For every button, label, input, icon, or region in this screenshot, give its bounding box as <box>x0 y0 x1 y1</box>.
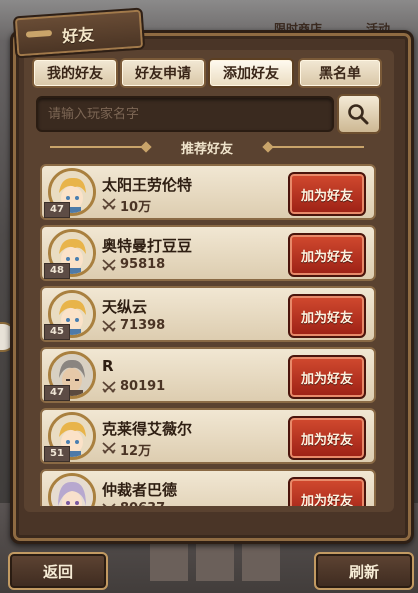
diamond-icon <box>140 141 152 153</box>
level-badge: 51 <box>44 446 70 462</box>
section-header: 推荐好友 <box>36 138 378 157</box>
search-button[interactable] <box>337 94 381 134</box>
list-item: 45 天纵云 71398 加为好友 <box>40 286 376 342</box>
power-value: 95818 <box>120 257 166 272</box>
add-friend-button[interactable]: 加为好友 <box>288 294 366 338</box>
power-value: 80191 <box>120 379 166 394</box>
add-friend-label: 加为好友 <box>300 493 353 507</box>
tab-label: 黑名单 <box>319 66 361 82</box>
magnifier-icon <box>348 104 369 125</box>
crossed-swords-icon <box>102 503 116 506</box>
player-name: 克莱得艾薇尔 <box>102 420 193 438</box>
player-name: R <box>102 357 114 375</box>
add-friend-button[interactable]: 加为好友 <box>288 416 366 460</box>
level-badge: 45 <box>44 324 70 340</box>
section-title: 推荐好友 <box>180 142 233 157</box>
divider <box>50 146 146 148</box>
avatar[interactable] <box>48 473 96 506</box>
page-title: 好友 <box>61 24 95 47</box>
add-friend-button[interactable]: 加为好友 <box>288 172 366 216</box>
add-friend-label: 加为好友 <box>300 371 353 387</box>
add-friend-label: 加为好友 <box>300 432 353 448</box>
title-ornament-icon <box>25 29 53 38</box>
power-value: 10万 <box>120 200 152 215</box>
add-friend-button[interactable]: 加为好友 <box>288 233 366 277</box>
power-value: 71398 <box>120 318 166 333</box>
divider <box>268 146 364 148</box>
player-name: 仲裁者巴德 <box>102 481 178 499</box>
crossed-swords-icon <box>102 381 116 393</box>
tab-friend-requests[interactable]: 好友申请 <box>120 58 206 88</box>
back-button[interactable]: 返回 <box>8 552 108 590</box>
list-item: 47 R 80191 加为好友 <box>40 347 376 403</box>
player-name-input[interactable] <box>38 98 332 130</box>
tab-label: 我的好友 <box>47 66 103 82</box>
back-label: 返回 <box>42 562 73 581</box>
tab-add-friend[interactable]: 添加好友 <box>208 58 294 88</box>
level-badge: 48 <box>44 263 70 279</box>
crossed-swords-icon <box>102 442 116 454</box>
list-item: 48 奥特曼打豆豆 95818 加为好友 <box>40 225 376 281</box>
tab-label: 添加好友 <box>223 66 279 82</box>
tab-my-friends[interactable]: 我的好友 <box>32 58 118 88</box>
tab-blacklist[interactable]: 黑名单 <box>298 58 382 88</box>
player-name: 奥特曼打豆豆 <box>102 237 193 255</box>
refresh-label: 刷新 <box>348 562 379 581</box>
refresh-button[interactable]: 刷新 <box>314 552 414 590</box>
search-box <box>36 96 334 132</box>
player-name: 太阳王劳伦特 <box>102 176 193 194</box>
list-item: 51 克莱得艾薇尔 12万 加为好友 <box>40 408 376 464</box>
recommended-list[interactable]: 47 太阳王劳伦特 10万 加为好友 48 奥特曼打豆豆 95818 加为好友 <box>36 162 378 506</box>
level-badge: 47 <box>44 202 70 218</box>
power-value: 80637 <box>120 501 165 506</box>
add-friend-label: 加为好友 <box>300 249 353 265</box>
add-friend-button[interactable]: 加为好友 <box>288 355 366 399</box>
add-friend-button[interactable]: 加为好友 <box>288 477 366 506</box>
level-badge: 47 <box>44 385 70 401</box>
crossed-swords-icon <box>102 320 116 332</box>
crossed-swords-icon <box>102 198 116 210</box>
power-value: 12万 <box>120 444 152 459</box>
lilac-girl-avatar-icon <box>51 476 93 506</box>
list-item: 47 太阳王劳伦特 10万 加为好友 <box>40 164 376 220</box>
add-friend-label: 加为好友 <box>300 188 353 204</box>
crossed-swords-icon <box>102 259 116 271</box>
list-item: 仲裁者巴德 80637 加为好友 <box>40 469 376 506</box>
add-friend-label: 加为好友 <box>300 310 353 326</box>
tab-label: 好友申请 <box>135 66 191 82</box>
player-name: 天纵云 <box>102 298 148 316</box>
